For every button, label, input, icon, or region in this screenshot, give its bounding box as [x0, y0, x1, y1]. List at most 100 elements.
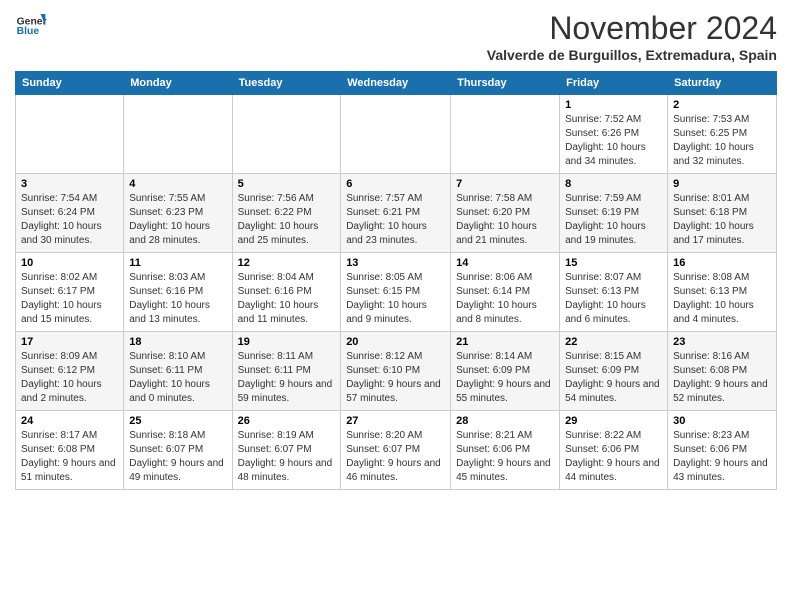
day-content: Sunrise: 8:19 AM Sunset: 6:07 PM Dayligh… [238, 429, 336, 485]
weekday-header-thursday: Thursday [451, 72, 560, 95]
calendar-cell: 30 Sunrise: 8:23 AM Sunset: 6:06 PM Dayli… [668, 411, 777, 490]
day-number: 30 [673, 415, 771, 427]
day-content: Sunrise: 7:57 AM Sunset: 6:21 PM Dayligh… [346, 192, 445, 248]
calendar-cell: 27 Sunrise: 8:20 AM Sunset: 6:07 PM Dayli… [341, 411, 451, 490]
day-number: 10 [21, 257, 118, 269]
svg-text:Blue: Blue [17, 26, 40, 37]
calendar-cell [232, 95, 341, 174]
logo: General Blue [15, 10, 47, 42]
calendar-cell: 26Sunrise: 8:19 AM Sunset: 6:07 PM Dayli… [232, 411, 341, 490]
weekday-header-saturday: Saturday [668, 72, 777, 95]
day-content: Sunrise: 7:53 AM Sunset: 6:25 PM Dayligh… [673, 113, 771, 169]
calendar-cell [341, 95, 451, 174]
day-content: Sunrise: 8:21 AM Sunset: 6:06 PM Dayligh… [456, 429, 554, 485]
day-number: 11 [129, 257, 226, 269]
day-number: 29 [565, 415, 662, 427]
day-number: 8 [565, 178, 662, 190]
weekday-header-friday: Friday [560, 72, 668, 95]
day-number: 27 [346, 415, 445, 427]
calendar-cell: 3Sunrise: 7:54 AM Sunset: 6:24 PM Daylig… [16, 174, 124, 253]
day-content: Sunrise: 8:09 AM Sunset: 6:12 PM Dayligh… [21, 350, 118, 406]
day-number: 4 [129, 178, 226, 190]
header: General Blue November 2024 Valverde de B… [15, 10, 777, 63]
day-content: Sunrise: 7:58 AM Sunset: 6:20 PM Dayligh… [456, 192, 554, 248]
calendar-cell: 22 Sunrise: 8:15 AM Sunset: 6:09 PM Dayli… [560, 332, 668, 411]
day-content: Sunrise: 7:55 AM Sunset: 6:23 PM Dayligh… [129, 192, 226, 248]
calendar-cell: 5 Sunrise: 7:56 AM Sunset: 6:22 PM Daylig… [232, 174, 341, 253]
header-row: SundayMondayTuesdayWednesdayThursdayFrid… [16, 72, 777, 95]
day-content: Sunrise: 8:15 AM Sunset: 6:09 PM Dayligh… [565, 350, 662, 406]
calendar-cell: 20 Sunrise: 8:12 AM Sunset: 6:10 PM Dayli… [341, 332, 451, 411]
day-content: Sunrise: 8:08 AM Sunset: 6:13 PM Dayligh… [673, 271, 771, 327]
day-number: 12 [238, 257, 336, 269]
day-number: 7 [456, 178, 554, 190]
calendar-cell: 23Sunrise: 8:16 AM Sunset: 6:08 PM Dayli… [668, 332, 777, 411]
day-number: 21 [456, 336, 554, 348]
calendar-cell: 18Sunrise: 8:10 AM Sunset: 6:11 PM Dayli… [124, 332, 232, 411]
weekday-header-tuesday: Tuesday [232, 72, 341, 95]
calendar-cell: 28 Sunrise: 8:21 AM Sunset: 6:06 PM Dayli… [451, 411, 560, 490]
calendar-cell: 19 Sunrise: 8:11 AM Sunset: 6:11 PM Dayli… [232, 332, 341, 411]
calendar-cell: 13Sunrise: 8:05 AM Sunset: 6:15 PM Dayli… [341, 253, 451, 332]
calendar-cell: 12 Sunrise: 8:04 AM Sunset: 6:16 PM Dayli… [232, 253, 341, 332]
day-content: Sunrise: 8:23 AM Sunset: 6:06 PM Dayligh… [673, 429, 771, 485]
weekday-header-monday: Monday [124, 72, 232, 95]
calendar-cell: 21 Sunrise: 8:14 AM Sunset: 6:09 PM Dayli… [451, 332, 560, 411]
calendar-cell: 2 Sunrise: 7:53 AM Sunset: 6:25 PM Daylig… [668, 95, 777, 174]
location-title: Valverde de Burguillos, Extremadura, Spa… [487, 47, 777, 63]
day-number: 28 [456, 415, 554, 427]
day-content: Sunrise: 8:22 AM Sunset: 6:06 PM Dayligh… [565, 429, 662, 485]
day-number: 15 [565, 257, 662, 269]
day-number: 2 [673, 99, 771, 111]
day-number: 5 [238, 178, 336, 190]
calendar-cell: 16Sunrise: 8:08 AM Sunset: 6:13 PM Dayli… [668, 253, 777, 332]
day-number: 18 [129, 336, 226, 348]
month-title: November 2024 [487, 10, 777, 47]
calendar-cell: 4 Sunrise: 7:55 AM Sunset: 6:23 PM Daylig… [124, 174, 232, 253]
calendar-cell: 9Sunrise: 8:01 AM Sunset: 6:18 PM Daylig… [668, 174, 777, 253]
day-content: Sunrise: 8:03 AM Sunset: 6:16 PM Dayligh… [129, 271, 226, 327]
calendar-cell: 25 Sunrise: 8:18 AM Sunset: 6:07 PM Dayli… [124, 411, 232, 490]
weekday-header-sunday: Sunday [16, 72, 124, 95]
calendar-cell [16, 95, 124, 174]
day-content: Sunrise: 8:06 AM Sunset: 6:14 PM Dayligh… [456, 271, 554, 327]
day-number: 19 [238, 336, 336, 348]
day-content: Sunrise: 8:04 AM Sunset: 6:16 PM Dayligh… [238, 271, 336, 327]
day-content: Sunrise: 8:14 AM Sunset: 6:09 PM Dayligh… [456, 350, 554, 406]
calendar-cell [124, 95, 232, 174]
calendar-cell: 8Sunrise: 7:59 AM Sunset: 6:19 PM Daylig… [560, 174, 668, 253]
day-number: 23 [673, 336, 771, 348]
day-number: 25 [129, 415, 226, 427]
day-content: Sunrise: 7:52 AM Sunset: 6:26 PM Dayligh… [565, 113, 662, 169]
day-content: Sunrise: 8:11 AM Sunset: 6:11 PM Dayligh… [238, 350, 336, 406]
calendar-row-3: 17 Sunrise: 8:09 AM Sunset: 6:12 PM Dayli… [16, 332, 777, 411]
day-number: 22 [565, 336, 662, 348]
calendar-cell: 7 Sunrise: 7:58 AM Sunset: 6:20 PM Daylig… [451, 174, 560, 253]
calendar-cell: 6 Sunrise: 7:57 AM Sunset: 6:21 PM Daylig… [341, 174, 451, 253]
calendar-cell: 17 Sunrise: 8:09 AM Sunset: 6:12 PM Dayli… [16, 332, 124, 411]
calendar-row-0: 1 Sunrise: 7:52 AM Sunset: 6:26 PM Daylig… [16, 95, 777, 174]
day-number: 6 [346, 178, 445, 190]
day-number: 9 [673, 178, 771, 190]
calendar-cell: 15 Sunrise: 8:07 AM Sunset: 6:13 PM Dayli… [560, 253, 668, 332]
calendar-row-4: 24Sunrise: 8:17 AM Sunset: 6:08 PM Dayli… [16, 411, 777, 490]
logo-icon: General Blue [15, 10, 47, 42]
day-number: 13 [346, 257, 445, 269]
day-content: Sunrise: 8:20 AM Sunset: 6:07 PM Dayligh… [346, 429, 445, 485]
calendar-row-2: 10 Sunrise: 8:02 AM Sunset: 6:17 PM Dayli… [16, 253, 777, 332]
calendar-cell [451, 95, 560, 174]
day-content: Sunrise: 8:02 AM Sunset: 6:17 PM Dayligh… [21, 271, 118, 327]
day-content: Sunrise: 8:18 AM Sunset: 6:07 PM Dayligh… [129, 429, 226, 485]
day-number: 1 [565, 99, 662, 111]
day-content: Sunrise: 8:17 AM Sunset: 6:08 PM Dayligh… [21, 429, 118, 485]
calendar-cell: 14Sunrise: 8:06 AM Sunset: 6:14 PM Dayli… [451, 253, 560, 332]
day-number: 17 [21, 336, 118, 348]
day-content: Sunrise: 8:12 AM Sunset: 6:10 PM Dayligh… [346, 350, 445, 406]
calendar-cell: 24Sunrise: 8:17 AM Sunset: 6:08 PM Dayli… [16, 411, 124, 490]
day-number: 20 [346, 336, 445, 348]
calendar-cell: 1 Sunrise: 7:52 AM Sunset: 6:26 PM Daylig… [560, 95, 668, 174]
day-content: Sunrise: 8:07 AM Sunset: 6:13 PM Dayligh… [565, 271, 662, 327]
day-number: 3 [21, 178, 118, 190]
day-content: Sunrise: 7:56 AM Sunset: 6:22 PM Dayligh… [238, 192, 336, 248]
calendar-row-1: 3Sunrise: 7:54 AM Sunset: 6:24 PM Daylig… [16, 174, 777, 253]
